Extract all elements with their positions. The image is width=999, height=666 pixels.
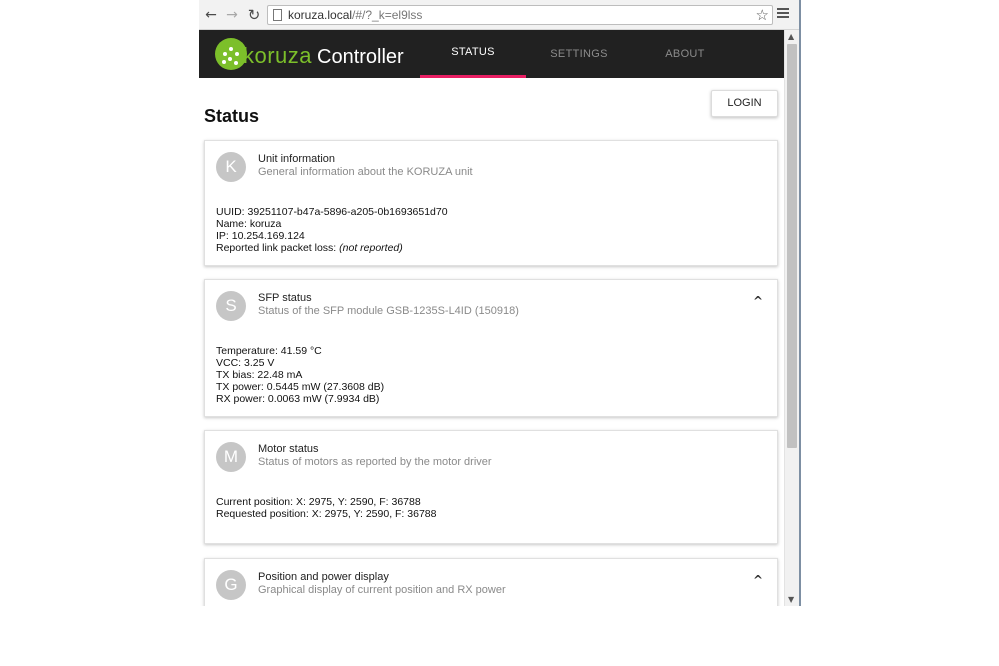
card-subtitle: General information about the KORUZA uni…: [258, 166, 473, 178]
position-power-display-card: G Position and power display Graphical d…: [204, 558, 778, 606]
avatar: K: [216, 152, 246, 182]
tab-status[interactable]: STATUS: [420, 30, 526, 78]
scroll-down-arrow-icon[interactable]: ▼: [788, 595, 794, 604]
requested-position-text: Requested position: X: 2975, Y: 2590, F:…: [216, 508, 437, 520]
current-position-text: Current position: X: 2975, Y: 2590, F: 3…: [216, 496, 421, 508]
temperature-text: Temperature: 41.59 °C: [216, 345, 322, 357]
card-subtitle: Status of motors as reported by the moto…: [258, 456, 492, 468]
card-subtitle: Graphical display of current position an…: [258, 584, 506, 596]
page-title: Status: [204, 106, 260, 126]
scroll-up-arrow-icon[interactable]: ▲: [788, 32, 794, 41]
ip-text: IP: 10.254.169.124: [216, 230, 305, 242]
sfp-details: Temperature: 41.59 °C VCC: 3.25 V TX bia…: [216, 345, 384, 405]
app-title: Controller: [317, 46, 404, 68]
page-icon: [273, 9, 282, 21]
app-header: koruza Controller STATUS SETTINGS ABOUT: [199, 30, 784, 78]
motor-details: Current position: X: 2975, Y: 2590, F: 3…: [216, 496, 436, 520]
name-text: Name: koruza: [216, 218, 282, 230]
avatar: S: [216, 291, 246, 321]
rx-power-text: RX power: 0.0063 mW (7.9934 dB): [216, 393, 380, 405]
unit-details: UUID: 39251107-b47a-5896-a205-0b1693651d…: [216, 206, 448, 254]
packet-loss-value: (not reported): [339, 242, 403, 254]
card-title: Unit information: [258, 153, 336, 165]
uuid-text: UUID: 39251107-b47a-5896-a205-0b1693651d…: [216, 206, 448, 218]
card-title: Position and power display: [258, 571, 389, 583]
address-bar[interactable]: koruza.local/#/?_k=el9lss ☆: [267, 5, 773, 25]
vcc-text: VCC: 3.25 V: [216, 357, 275, 369]
collapse-chevron-icon[interactable]: ^: [753, 294, 763, 308]
page-scrollbar[interactable]: ▲ ▼: [784, 30, 799, 606]
browser-toolbar: ← → ↻ koruza.local/#/?_k=el9lss ☆: [199, 0, 799, 30]
motor-status-card: M Motor status Status of motors as repor…: [204, 430, 778, 544]
reload-icon[interactable]: ↻: [245, 6, 263, 24]
browser-menu-icon[interactable]: [777, 8, 791, 22]
tx-bias-text: TX bias: 22.48 mA: [216, 369, 303, 381]
back-arrow-icon[interactable]: ←: [202, 6, 220, 24]
url-text: koruza.local/#/?_k=el9lss: [288, 8, 423, 22]
background-window-edge: [799, 0, 801, 606]
browser-window: ← → ↻ koruza.local/#/?_k=el9lss ☆ koruza…: [199, 0, 799, 606]
bookmark-star-icon[interactable]: ☆: [756, 6, 769, 24]
tab-about[interactable]: ABOUT: [632, 30, 738, 78]
scrollbar-thumb[interactable]: [787, 44, 797, 448]
tab-settings[interactable]: SETTINGS: [526, 30, 632, 78]
brand-name: koruza: [243, 43, 313, 68]
tx-power-text: TX power: 0.5445 mW (27.3608 dB): [216, 381, 385, 393]
card-title: Motor status: [258, 443, 319, 455]
avatar: G: [216, 570, 246, 600]
card-subtitle: Status of the SFP module GSB-1235S-L4ID …: [258, 305, 519, 317]
unit-information-card: K Unit information General information a…: [204, 140, 778, 266]
sfp-status-card: S SFP status Status of the SFP module GS…: [204, 279, 778, 417]
forward-arrow-icon[interactable]: →: [223, 6, 241, 24]
page-viewport: koruza Controller STATUS SETTINGS ABOUT …: [199, 30, 784, 606]
login-button[interactable]: LOGIN: [711, 90, 778, 117]
collapse-chevron-icon[interactable]: ^: [753, 573, 763, 587]
avatar: M: [216, 442, 246, 472]
packet-loss-text: Reported link packet loss: (not reported…: [216, 242, 403, 254]
card-title: SFP status: [258, 292, 312, 304]
